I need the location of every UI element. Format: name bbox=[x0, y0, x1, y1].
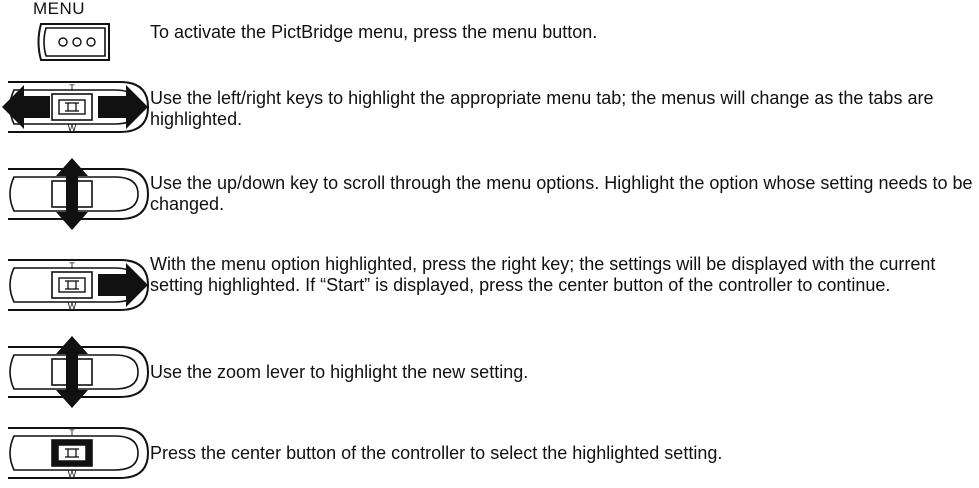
zoom-t-label: T bbox=[69, 261, 75, 271]
step-left-right: T W Use the left/right keys to highlight… bbox=[0, 72, 979, 142]
step-up-down: Use the up/down key to scroll through th… bbox=[0, 156, 979, 232]
zoom-t-label: T bbox=[69, 83, 75, 93]
step-zoom-lever: Use the zoom lever to highlight the new … bbox=[0, 334, 979, 410]
zoom-w-label: W bbox=[68, 469, 77, 479]
controller-up-down-icon bbox=[0, 334, 150, 410]
zoom-w-label: W bbox=[68, 301, 77, 311]
step-menu-button: MENU To activate the PictBridge menu, pr… bbox=[0, 0, 979, 64]
step-center: T W Press the center button of the contr… bbox=[0, 420, 979, 488]
controller-center-icon: T W bbox=[0, 420, 150, 488]
zoom-t-label: T bbox=[69, 428, 75, 438]
step-2-text: Use the left/right keys to highlight the… bbox=[150, 88, 934, 129]
controller-left-right-icon: T W bbox=[0, 72, 150, 142]
step-5-text: Use the zoom lever to highlight the new … bbox=[150, 362, 529, 382]
menu-button-icon bbox=[33, 20, 113, 64]
step-1-text: To activate the PictBridge menu, press t… bbox=[150, 22, 598, 42]
controller-up-down-icon bbox=[0, 156, 150, 232]
step-4-text: With the menu option highlighted, press … bbox=[150, 254, 936, 295]
controller-right-icon: T W bbox=[0, 250, 150, 320]
step-6-text: Press the center button of the controlle… bbox=[150, 443, 723, 463]
step-3-text: Use the up/down key to scroll through th… bbox=[150, 173, 973, 214]
step-right: T W With the menu option highlighted, pr… bbox=[0, 244, 979, 326]
zoom-w-label: W bbox=[68, 123, 77, 133]
menu-button-label: MENU bbox=[33, 0, 86, 18]
